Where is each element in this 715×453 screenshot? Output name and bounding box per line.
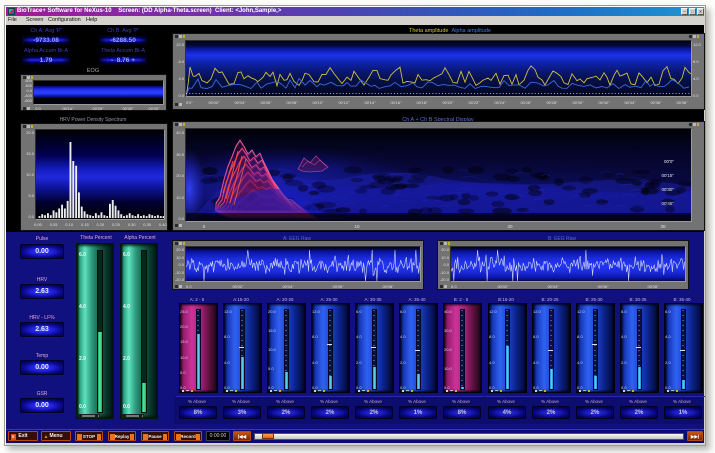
svg-text:00'0": 00'0": [664, 159, 674, 164]
svg-text:00'30": 00'30": [662, 187, 675, 192]
svg-text:00'45": 00'45": [662, 201, 675, 206]
svg-text:00'15": 00'15": [662, 173, 675, 178]
